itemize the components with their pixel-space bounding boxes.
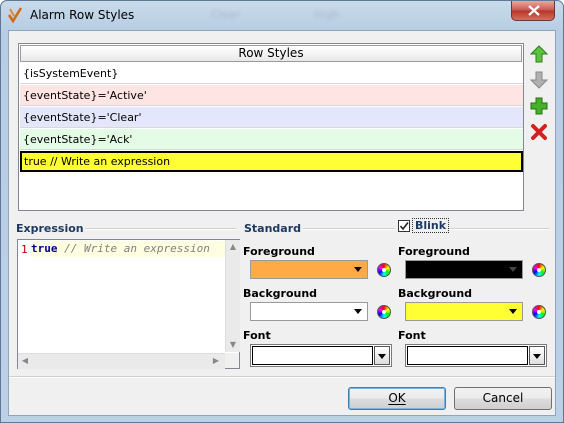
scroll-right-arrow-icon[interactable]: ▶ <box>211 356 221 366</box>
move-down-icon <box>529 71 549 89</box>
color-wheel-icon[interactable] <box>532 263 546 277</box>
standard-background-color-select[interactable] <box>250 302 368 321</box>
style-row[interactable]: {eventState}='Clear' <box>20 107 523 128</box>
blink-foreground-color-select[interactable] <box>405 260 523 279</box>
divider <box>303 228 395 230</box>
delete-style-button[interactable] <box>530 123 548 141</box>
blink-font-label: Font <box>398 329 426 342</box>
scroll-down-arrow-icon[interactable]: ▼ <box>228 340 238 350</box>
move-down-button[interactable] <box>529 71 549 89</box>
chevron-down-icon[interactable] <box>529 346 545 365</box>
divider <box>9 376 555 378</box>
move-up-icon <box>529 45 549 63</box>
chevron-down-icon <box>354 267 362 272</box>
style-row[interactable]: {eventState}='Ack' <box>20 129 523 150</box>
ok-button[interactable]: OK <box>348 387 446 410</box>
blink-label[interactable]: Blink <box>412 218 450 233</box>
scroll-left-arrow-icon[interactable]: ◀ <box>20 356 30 366</box>
title-bar[interactable]: Alarm Row Styles Clear High <box>1 1 563 30</box>
blink-background-label: Background <box>398 287 473 300</box>
color-wheel-icon[interactable] <box>377 263 391 277</box>
expression-label: Expression <box>16 222 84 235</box>
row-styles-header: Row Styles <box>20 45 522 62</box>
style-row-selected[interactable]: true // Write an expression <box>20 151 523 172</box>
row-styles-table: Row Styles {isSystemEvent} {eventState}=… <box>18 43 524 211</box>
app-icon <box>7 6 23 27</box>
checkmark-icon <box>399 222 409 231</box>
standard-foreground-label: Foreground <box>243 245 315 258</box>
background-title-text: Clear <box>211 8 240 21</box>
cancel-button[interactable]: Cancel <box>454 387 552 410</box>
style-row-text: {eventState}='Active' <box>23 89 147 102</box>
close-icon <box>528 5 540 16</box>
background-title-text: High <box>314 8 340 21</box>
chevron-down-icon <box>509 267 517 272</box>
scrollbar-corner <box>225 353 239 368</box>
vertical-scrollbar[interactable]: ▲ ▼ <box>225 240 240 352</box>
style-row[interactable]: {isSystemEvent} <box>20 63 523 84</box>
style-row[interactable]: {eventState}='Active' <box>20 85 523 106</box>
move-up-button[interactable] <box>529 45 549 63</box>
style-row-text: {eventState}='Clear' <box>23 111 142 124</box>
standard-foreground-color-select[interactable] <box>250 260 368 279</box>
font-field[interactable] <box>252 346 373 365</box>
chevron-down-icon <box>354 309 362 314</box>
scroll-up-arrow-icon[interactable]: ▲ <box>228 242 238 252</box>
dialog-window: Alarm Row Styles Clear High Row Styles {… <box>0 0 564 423</box>
cancel-button-label: Cancel <box>482 391 524 405</box>
style-row-text: {eventState}='Ack' <box>23 133 133 146</box>
add-style-button[interactable] <box>530 97 548 115</box>
standard-font-label: Font <box>243 329 271 342</box>
color-wheel-icon[interactable] <box>532 305 546 319</box>
standard-background-label: Background <box>243 287 318 300</box>
line-number: 1 <box>21 243 28 256</box>
blink-checkbox[interactable] <box>398 220 410 232</box>
blink-foreground-label: Foreground <box>398 245 470 258</box>
style-row-text: {isSystemEvent} <box>23 67 119 80</box>
code-line[interactable]: true // Write an expression <box>31 241 226 257</box>
blink-font-select[interactable] <box>405 344 547 367</box>
chevron-down-icon <box>509 309 517 314</box>
horizontal-scrollbar[interactable]: ◀ ▶ <box>18 353 225 369</box>
code-keyword: true <box>31 242 58 255</box>
standard-font-select[interactable] <box>250 344 392 367</box>
ok-button-label: OK <box>388 391 406 405</box>
delete-icon <box>531 124 547 140</box>
divider <box>449 228 549 230</box>
blink-background-color-select[interactable] <box>405 302 523 321</box>
style-row-text: true // Write an expression <box>24 155 171 168</box>
window-title: Alarm Row Styles <box>30 8 135 22</box>
font-field[interactable] <box>407 346 528 365</box>
expression-editor[interactable]: 1 true // Write an expression ▲ ▼ ◀ ▶ <box>17 239 240 369</box>
add-icon <box>530 97 548 115</box>
chevron-down-icon[interactable] <box>374 346 390 365</box>
code-comment: // Write an expression <box>57 242 210 255</box>
line-gutter: 1 <box>18 240 30 352</box>
dialog-content: Row Styles {isSystemEvent} {eventState}=… <box>8 30 556 416</box>
close-button[interactable] <box>511 1 555 21</box>
divider <box>85 228 236 230</box>
standard-label: Standard <box>244 222 302 235</box>
color-wheel-icon[interactable] <box>377 305 391 319</box>
